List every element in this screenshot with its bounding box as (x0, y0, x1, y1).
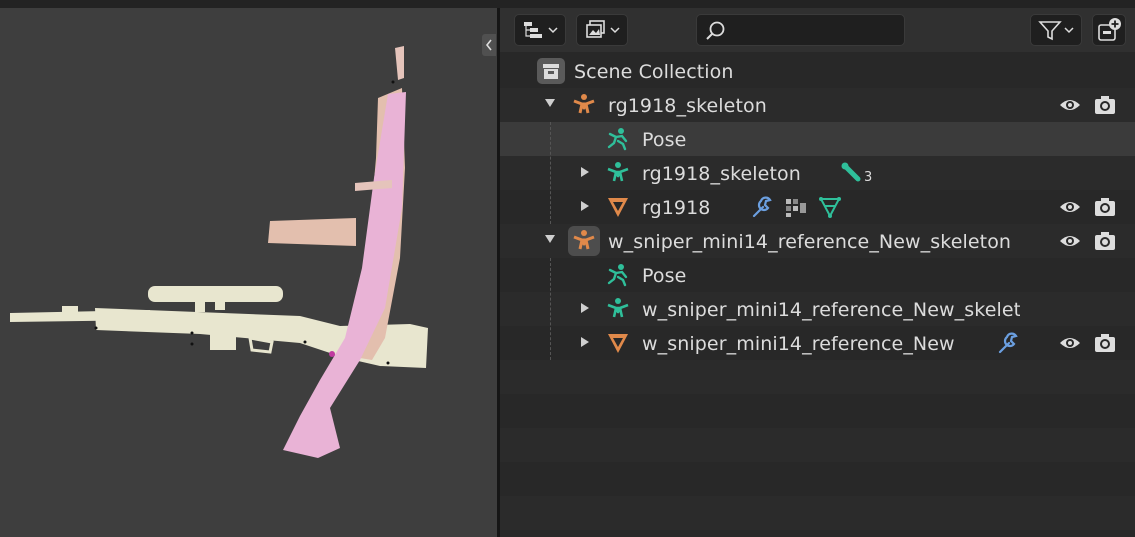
search-icon (706, 21, 725, 40)
empty-row (500, 496, 1135, 530)
tree-row-pose-1[interactable]: Pose (500, 122, 1135, 156)
tree-row-pose-2[interactable]: Pose (500, 258, 1135, 292)
tree-row-label: rg1918_skeleton (608, 95, 767, 117)
tree-row-rg1918-skeleton-data[interactable]: rg1918_skeleton 3 (500, 156, 1135, 190)
outliner-panel: Scene Collection rg1918_skeleton Pose rg… (500, 8, 1135, 537)
top-bar (0, 0, 1135, 8)
tree-row-label: Pose (642, 265, 687, 287)
eye-icon[interactable] (1058, 195, 1082, 219)
chevron-left-icon (485, 39, 492, 51)
chevron-down-icon (610, 27, 620, 34)
camera-icon[interactable] (1093, 93, 1117, 117)
expand-arrow[interactable] (545, 235, 555, 243)
expand-arrow[interactable] (581, 337, 589, 347)
tree-guide-line (550, 122, 552, 224)
label-clip: w_sniper_mini14_reference_New_skelet (642, 292, 1020, 326)
pose-icon (607, 264, 628, 287)
pose-icon (607, 128, 628, 151)
bone-count-badge: 3 (864, 170, 873, 185)
armature-icon (573, 94, 595, 114)
tree-row-scene-collection[interactable]: Scene Collection (500, 54, 1135, 88)
display-mode-dropdown[interactable] (514, 14, 566, 46)
image-stack-icon (586, 20, 605, 38)
camera-icon[interactable] (1093, 229, 1117, 253)
chevron-down-icon (548, 27, 558, 34)
armature-data-icon (607, 162, 629, 182)
eye-icon[interactable] (1058, 331, 1082, 355)
mesh-data-icon (819, 197, 841, 219)
new-collection-icon (1098, 18, 1121, 41)
tree-row-rg1918-armature[interactable]: rg1918_skeleton (500, 88, 1135, 122)
tree-row-label: Scene Collection (574, 61, 734, 83)
tree-row-label: w_sniper_mini14_reference_New (642, 333, 955, 355)
empty-row (500, 394, 1135, 428)
filter-view-dropdown[interactable] (576, 14, 628, 46)
tree-row-label: Pose (642, 129, 687, 151)
empty-row (500, 462, 1135, 496)
armature-icon (573, 230, 595, 250)
empty-row (500, 428, 1135, 462)
tree-row-mini14-mesh[interactable]: w_sniper_mini14_reference_New (500, 326, 1135, 360)
outliner-header (500, 8, 1135, 52)
wrench-icon (998, 332, 1018, 354)
magazine-shape (268, 218, 356, 246)
armature-data-icon (607, 298, 629, 318)
wrench-icon (752, 196, 772, 218)
tree-row-label: rg1918 (642, 197, 711, 219)
bone-icon (841, 162, 861, 182)
empty-row (500, 360, 1135, 394)
expand-arrow[interactable] (581, 303, 589, 313)
eye-icon[interactable] (1058, 229, 1082, 253)
camera-icon[interactable] (1093, 331, 1117, 355)
3d-viewport[interactable] (0, 8, 497, 537)
filter-dropdown[interactable] (1030, 14, 1082, 46)
mesh-object-icon (608, 334, 628, 353)
mesh-object-icon (608, 198, 628, 217)
expand-arrow[interactable] (545, 99, 555, 107)
tree-row-label: rg1918_skeleton (642, 163, 801, 185)
viewport-scene (10, 46, 428, 458)
expand-arrow[interactable] (581, 167, 589, 177)
tree-row-mini14-skeleton-data[interactable]: w_sniper_mini14_reference_New_skelet (500, 292, 1135, 326)
search-input[interactable] (731, 19, 895, 43)
collapse-sidebar-button[interactable] (482, 34, 496, 56)
search-field[interactable] (696, 14, 905, 46)
tree-row-label: w_sniper_mini14_reference_New_skelet (642, 299, 1020, 321)
vertex-groups-icon (786, 199, 806, 217)
expand-arrow[interactable] (581, 201, 589, 211)
scene-collection-icon (537, 58, 565, 84)
tree-row-label: w_sniper_mini14_reference_New_skeleton (608, 231, 1012, 253)
chevron-down-icon (1064, 27, 1074, 34)
tree-row-rg1918-mesh[interactable]: rg1918 (500, 190, 1135, 224)
new-collection-button[interactable] (1092, 14, 1126, 46)
tree-row-mini14-armature[interactable]: w_sniper_mini14_reference_New_skeleton (500, 224, 1135, 258)
tree-guide-line (550, 258, 552, 360)
camera-icon[interactable] (1093, 195, 1117, 219)
funnel-icon (1038, 21, 1062, 41)
outliner-tree-icon (524, 22, 542, 38)
rg1918-rifle (283, 46, 406, 458)
eye-icon[interactable] (1058, 93, 1082, 117)
